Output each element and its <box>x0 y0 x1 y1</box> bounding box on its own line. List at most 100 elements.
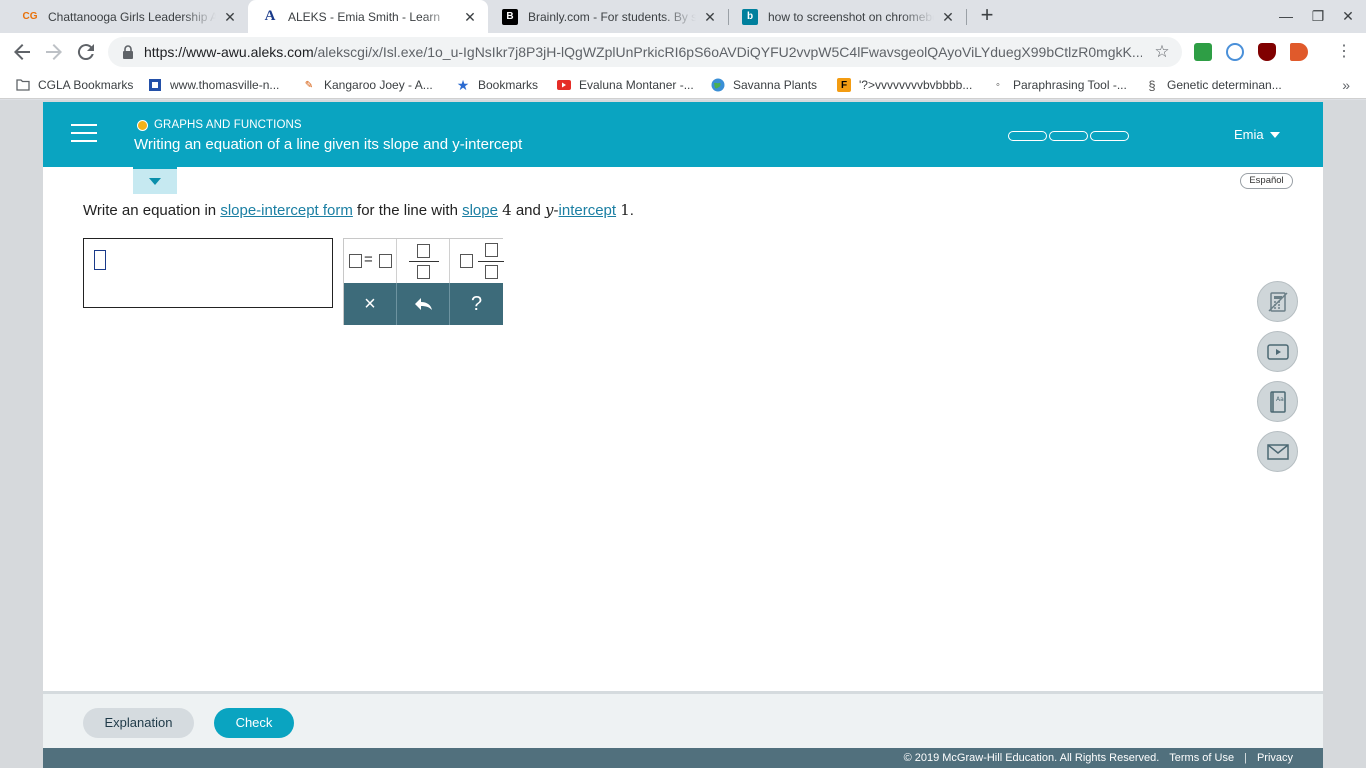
tab-chattanooga[interactable]: CG Chattanooga Girls Leadership Academy … <box>8 0 248 33</box>
kangaroo-icon: ✎ <box>304 79 314 91</box>
clear-button[interactable]: × <box>344 283 397 325</box>
close-icon[interactable]: ✕ <box>940 9 956 25</box>
folder-icon <box>16 78 30 92</box>
privacy-link[interactable]: Privacy <box>1257 752 1293 764</box>
forward-arrow-icon[interactable] <box>42 40 66 64</box>
fraction-button[interactable] <box>397 239 450 283</box>
bookmark-vvvv[interactable]: F '?>vvvvvvvvbvbbbb... <box>837 76 972 94</box>
question-segment: . <box>629 202 634 219</box>
intercept-value: 1 <box>620 201 630 219</box>
minimize-icon[interactable]: — <box>1276 6 1296 26</box>
video-play-icon <box>1266 343 1289 360</box>
bookmark-cgla[interactable]: CGLA Bookmarks <box>16 76 133 94</box>
bookmark-label: '?>vvvvvvvvbvbbbb... <box>859 78 973 92</box>
bookmark-bookmarks[interactable]: ★ Bookmarks <box>456 76 538 94</box>
read-write-extension-icon[interactable] <box>1226 43 1244 61</box>
topic-category-label: GRAPHS AND FUNCTIONS <box>154 119 302 131</box>
bookmark-kangaroo[interactable]: ✎ Kangaroo Joey - A... <box>302 76 433 94</box>
video-button[interactable] <box>1257 331 1298 372</box>
check-button[interactable]: Check <box>214 708 294 738</box>
tab-title: how to screenshot on chromebook <box>768 9 934 24</box>
bookmark-label: Kangaroo Joey - A... <box>324 78 433 92</box>
dictionary-button[interactable]: Aa <box>1257 381 1298 422</box>
new-tab-plus-icon[interactable]: + <box>976 4 998 27</box>
intercept-link[interactable]: intercept <box>559 202 617 219</box>
denominator-box <box>485 265 498 279</box>
aleks-favicon-icon: A <box>264 8 276 24</box>
explanation-button[interactable]: Explanation <box>83 708 194 738</box>
star-icon: ★ <box>456 76 470 93</box>
calculator-disabled-button[interactable] <box>1257 281 1298 322</box>
slope-value: 4 <box>502 201 512 219</box>
tab-brainly[interactable]: B Brainly.com - For students. By student… <box>488 0 728 33</box>
bookmark-genetic[interactable]: § Genetic determinan... <box>1145 76 1282 94</box>
back-arrow-icon[interactable] <box>10 40 34 64</box>
more-bookmarks-chevron-icon[interactable]: » <box>1342 77 1350 93</box>
url-host: https://www-awu.aleks.com <box>144 44 314 60</box>
fraction-bar <box>478 261 504 262</box>
slope-intercept-form-link[interactable]: slope-intercept form <box>220 202 353 219</box>
topic-title: Writing an equation of a line given its … <box>134 136 523 153</box>
lock-icon[interactable] <box>120 44 136 60</box>
copyright-text: © 2019 McGraw-Hill Education. All Rights… <box>903 752 1160 764</box>
bookmark-label: Genetic determinan... <box>1167 78 1282 92</box>
equals-sign: = <box>364 251 373 268</box>
restore-icon[interactable]: ❐ <box>1308 6 1328 26</box>
ublock-extension-icon[interactable] <box>1258 43 1276 61</box>
tab-aleks[interactable]: A ALEKS - Emia Smith - Learn ✕ <box>248 0 488 33</box>
close-icon[interactable]: ✕ <box>702 9 718 25</box>
clear-x-icon: × <box>364 292 376 315</box>
tab-title: ALEKS - Emia Smith - Learn <box>288 9 441 24</box>
message-button[interactable] <box>1257 431 1298 472</box>
y-variable: y <box>545 201 554 219</box>
address-bar[interactable]: https://www-awu.aleks.com/alekscgi/x/Isl… <box>108 37 1182 67</box>
google-classroom-extension-icon[interactable] <box>1194 43 1212 61</box>
denominator-box <box>417 265 430 279</box>
undo-button[interactable] <box>397 283 450 325</box>
dictionary-book-icon: Aa <box>1269 390 1286 413</box>
close-icon[interactable]: ✕ <box>462 9 478 25</box>
terms-of-use-link[interactable]: Terms of Use <box>1169 752 1234 764</box>
help-button[interactable]: ? <box>450 283 503 325</box>
bookmark-thomasville[interactable]: www.thomasville-n... <box>148 76 279 94</box>
page-icon <box>148 78 162 92</box>
bookmark-paraphrasing[interactable]: ◦ Paraphrasing Tool -... <box>991 76 1127 94</box>
megaphone-extension-icon[interactable] <box>1290 43 1308 61</box>
chrome-menu-icon[interactable]: ⋮ <box>1336 43 1352 61</box>
progress-segment <box>1008 131 1047 141</box>
bookmark-label: Savanna Plants <box>733 78 818 92</box>
answer-input[interactable] <box>83 238 333 308</box>
copyright-bar: © 2019 McGraw-Hill Education. All Rights… <box>43 748 1323 768</box>
hamburger-menu-icon[interactable] <box>71 124 97 144</box>
reload-icon[interactable] <box>74 40 98 64</box>
caret-down-icon <box>1269 131 1280 138</box>
user-name: Emia <box>1234 127 1264 142</box>
brainly-favicon-icon: B <box>502 8 518 25</box>
language-button[interactable]: Español <box>1240 173 1293 189</box>
tab-divider <box>966 9 967 25</box>
undo-arrow-icon <box>415 298 432 310</box>
window-close-icon[interactable]: ✕ <box>1338 6 1358 26</box>
collapse-toggle[interactable] <box>133 167 177 194</box>
youtube-icon <box>557 78 571 92</box>
bookmark-label: Paraphrasing Tool -... <box>1013 78 1127 92</box>
close-icon[interactable]: ✕ <box>222 9 238 25</box>
browser-toolbar: https://www-awu.aleks.com/alekscgi/x/Isl… <box>0 33 1366 71</box>
slope-link[interactable]: slope <box>462 202 498 219</box>
equation-template-button[interactable]: = <box>344 239 397 283</box>
url-text[interactable]: https://www-awu.aleks.com/alekscgi/x/Isl… <box>144 44 1142 60</box>
bookmark-savanna[interactable]: Savanna Plants <box>711 76 817 94</box>
question-text: Write an equation in slope-intercept for… <box>83 201 634 219</box>
bookmark-star-icon[interactable]: ☆ <box>1152 42 1172 62</box>
url-path: /alekscgi/x/Isl.exe/1o_u-IgNsIkr7j8P3jH-… <box>313 44 1142 60</box>
topic-category: GRAPHS AND FUNCTIONS <box>137 119 302 131</box>
envelope-icon <box>1266 443 1289 460</box>
tab-strip: CG Chattanooga Girls Leadership Academy … <box>0 0 1366 33</box>
question-segment: for the line with <box>352 202 463 219</box>
chevron-down-icon <box>149 178 161 185</box>
tab-bing[interactable]: b how to screenshot on chromebook ✕ <box>728 0 966 33</box>
mixed-number-button[interactable] <box>450 239 504 283</box>
numerator-box <box>417 244 430 258</box>
bookmark-evaluna[interactable]: Evaluna Montaner -... <box>557 76 694 94</box>
user-menu[interactable]: Emia <box>1234 127 1280 142</box>
